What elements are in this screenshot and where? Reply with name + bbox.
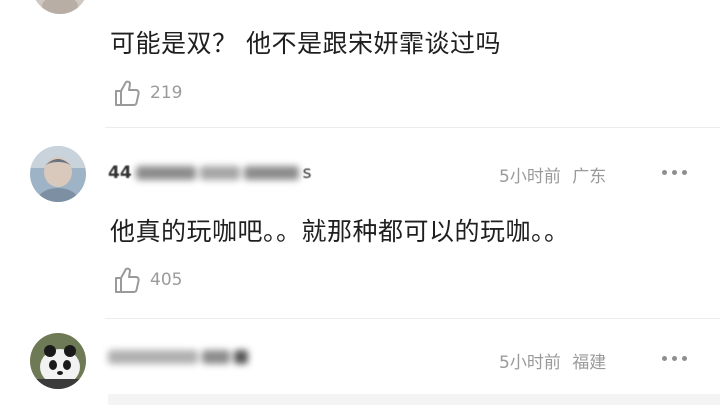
panda-avatar [30,333,86,389]
comment-location: 广东 [572,167,607,187]
divider [105,127,720,128]
avatar-user[interactable] [30,333,86,389]
comment-text: 他真的玩咖吧。。就那种都可以的玩咖。。 [110,217,570,246]
like-button[interactable]: 405 [112,265,182,295]
more-dots-icon[interactable] [662,170,687,175]
comment-meta: 5小时前 福建 [499,348,606,373]
comment-location: 福建 [572,353,607,373]
like-button[interactable]: 219 [112,78,182,108]
like-count: 405 [150,270,183,290]
comment-time: 5小时前 [499,353,561,373]
more-dots-icon[interactable] [662,356,687,361]
avatar-user[interactable] [30,146,86,202]
thumbs-up-icon [115,267,140,293]
username[interactable]: 44 s [108,163,312,183]
comment-time: 5小时前 [499,167,561,187]
username-blurred [135,166,299,180]
username-prefix: 44 [108,163,132,183]
username-blurred[interactable] [108,350,248,364]
divider [105,318,720,319]
username-suffix: s [302,163,312,183]
comment-meta: 5小时前 广东 [499,162,606,187]
thumbs-up-icon [115,80,140,106]
avatar-image [32,0,88,14]
avatar-top-partial[interactable] [32,0,88,14]
comment-text: 可能是双？ 他不是跟宋妍霏谈过吗 [110,29,501,58]
like-count: 219 [150,83,183,103]
comment-text-partial [108,394,720,405]
avatar-image [30,146,86,202]
